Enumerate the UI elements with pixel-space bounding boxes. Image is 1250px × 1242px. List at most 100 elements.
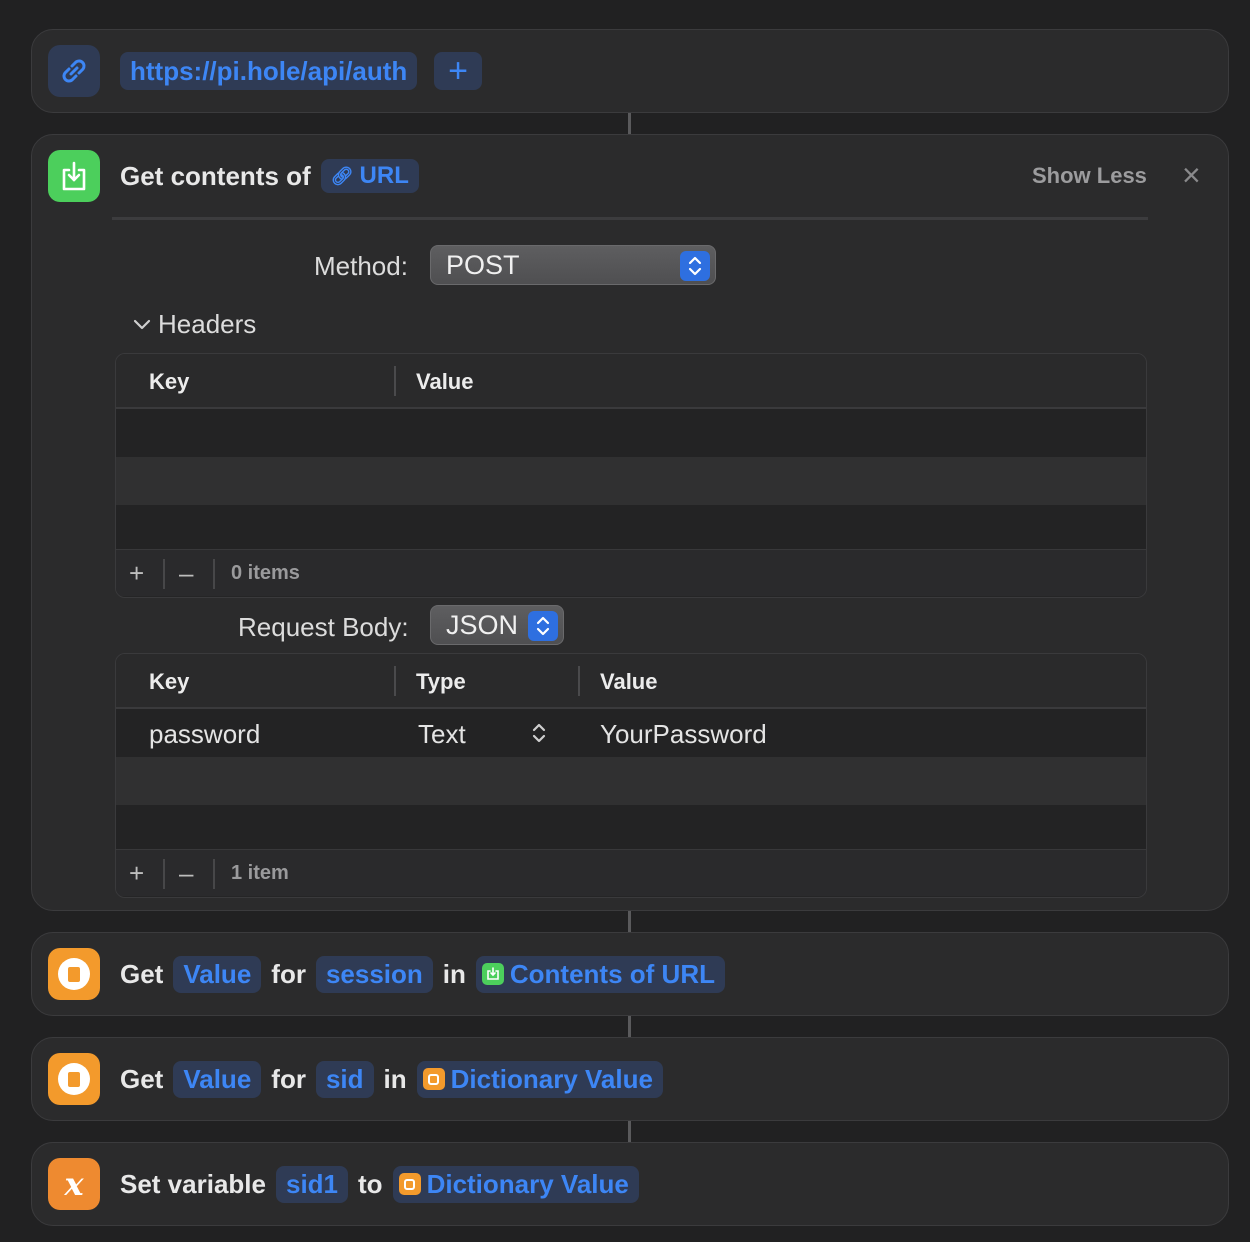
url-text: https://pi.hole/api/auth	[130, 55, 408, 86]
book-icon	[58, 1063, 90, 1095]
source-token[interactable]: Contents of URL	[475, 955, 725, 993]
verb-label: Get	[120, 1063, 164, 1094]
url-variable-label: URL	[359, 162, 409, 189]
item-count: 1 item	[231, 862, 289, 884]
footer-separator	[163, 559, 165, 589]
key-token[interactable]: session	[315, 955, 433, 993]
updown-chevron-icon	[680, 251, 710, 281]
link-icon: 🔗︎	[330, 165, 354, 186]
item-count: 0 items	[231, 562, 300, 584]
url-token[interactable]: https://pi.hole/api/auth	[120, 52, 418, 90]
get-value-sentence: Get Value for sid in Dictionary Value	[120, 1060, 673, 1098]
close-icon[interactable]: ×	[1182, 157, 1201, 194]
column-header-key: Key	[149, 669, 190, 694]
column-header-key: Key	[149, 369, 190, 394]
source-label: Dictionary Value	[450, 1063, 653, 1094]
source-token[interactable]: Dictionary Value	[392, 1165, 639, 1203]
table-footer: + – 1 item	[116, 849, 1146, 896]
to-label: to	[358, 1168, 383, 1199]
download-icon	[481, 963, 504, 985]
in-label: in	[442, 958, 466, 989]
request-body-label: Request Body:	[238, 612, 409, 642]
source-label: Contents of URL	[509, 958, 715, 989]
table-row[interactable]: password Text YourPassword	[116, 709, 1146, 757]
table-header: Key Type Value	[116, 654, 1146, 709]
table-header: Key Value	[116, 354, 1146, 409]
column-header-value: Value	[600, 669, 658, 694]
key-token[interactable]: sid	[315, 1060, 374, 1098]
source-token[interactable]: Dictionary Value	[416, 1060, 663, 1098]
get-value-card-1[interactable]: Get Value for session in Contents of URL	[31, 932, 1229, 1016]
link-action-icon	[48, 45, 100, 97]
url-variable-token[interactable]: 🔗︎ URL	[320, 159, 419, 193]
for-label: for	[271, 1063, 306, 1094]
type-stepper-icon[interactable]	[531, 721, 547, 750]
chevron-down-icon	[133, 319, 151, 329]
dictionary-action-icon	[48, 1053, 100, 1105]
get-contents-header: Get contents of 🔗︎ URL	[120, 157, 429, 195]
footer-separator	[213, 859, 215, 889]
header-divider	[112, 217, 1148, 220]
flow-connector	[628, 113, 631, 135]
headers-table: Key Value + – 0 items	[115, 353, 1147, 598]
headers-label: Headers	[158, 309, 257, 339]
download-icon	[62, 161, 86, 191]
get-value-sentence: Get Value for session in Contents of URL	[120, 955, 735, 993]
flow-connector	[628, 911, 631, 933]
set-variable-card[interactable]: x Set variable sid1 to Dictionary Value	[31, 1142, 1229, 1226]
column-header-type: Type	[416, 669, 466, 694]
book-icon	[58, 958, 90, 990]
plus-icon: +	[448, 51, 468, 90]
remove-row-button[interactable]: –	[179, 858, 193, 889]
request-body-value: JSON	[446, 609, 519, 640]
method-select[interactable]: POST	[430, 245, 716, 285]
column-separator	[394, 366, 396, 396]
variable-action-icon: x	[48, 1158, 100, 1210]
dictionary-icon	[398, 1173, 421, 1195]
action-title: Get contents of	[120, 160, 311, 191]
headers-disclosure[interactable]: Headers	[132, 309, 256, 340]
verb-label: Set variable	[120, 1168, 266, 1199]
flow-connector	[628, 1016, 631, 1038]
verb-label: Get	[120, 958, 164, 989]
table-row	[116, 409, 1146, 457]
column-header-value: Value	[416, 369, 474, 394]
row-key[interactable]: password	[149, 719, 260, 750]
table-row	[116, 805, 1146, 849]
get-value-card-2[interactable]: Get Value for sid in Dictionary Value	[31, 1037, 1229, 1121]
table-row	[116, 505, 1146, 549]
footer-separator	[163, 859, 165, 889]
request-body-table: Key Type Value password Text YourPasswor…	[115, 653, 1147, 898]
row-type[interactable]: Text	[418, 719, 466, 750]
variable-name-token[interactable]: sid1	[275, 1165, 349, 1203]
variable-x-icon: x	[64, 1165, 84, 1203]
column-separator	[394, 666, 396, 696]
column-separator	[578, 666, 580, 696]
dictionary-icon	[422, 1068, 445, 1090]
add-url-button[interactable]: +	[434, 52, 482, 90]
updown-chevron-icon	[528, 611, 558, 641]
footer-separator	[213, 559, 215, 589]
url-action-card[interactable]: https://pi.hole/api/auth +	[31, 29, 1229, 113]
link-icon	[62, 59, 86, 83]
for-label: for	[271, 958, 306, 989]
download-action-icon	[48, 150, 100, 202]
get-contents-card[interactable]: Get contents of 🔗︎ URL Show Less × Metho…	[31, 134, 1229, 911]
method-value: POST	[446, 249, 520, 280]
source-label: Dictionary Value	[426, 1168, 629, 1199]
request-body-select[interactable]: JSON	[430, 605, 564, 645]
method-label: Method:	[314, 251, 408, 281]
add-row-button[interactable]: +	[129, 558, 144, 589]
show-less-button[interactable]: Show Less	[1032, 163, 1147, 189]
value-token[interactable]: Value	[173, 1060, 262, 1098]
remove-row-button[interactable]: –	[179, 558, 193, 589]
add-row-button[interactable]: +	[129, 858, 144, 889]
dictionary-action-icon	[48, 948, 100, 1000]
table-row	[116, 757, 1146, 805]
in-label: in	[383, 1063, 407, 1094]
value-token[interactable]: Value	[173, 955, 262, 993]
set-variable-sentence: Set variable sid1 to Dictionary Value	[120, 1165, 649, 1203]
flow-connector	[628, 1121, 631, 1143]
table-footer: + – 0 items	[116, 549, 1146, 596]
row-value[interactable]: YourPassword	[600, 719, 767, 750]
